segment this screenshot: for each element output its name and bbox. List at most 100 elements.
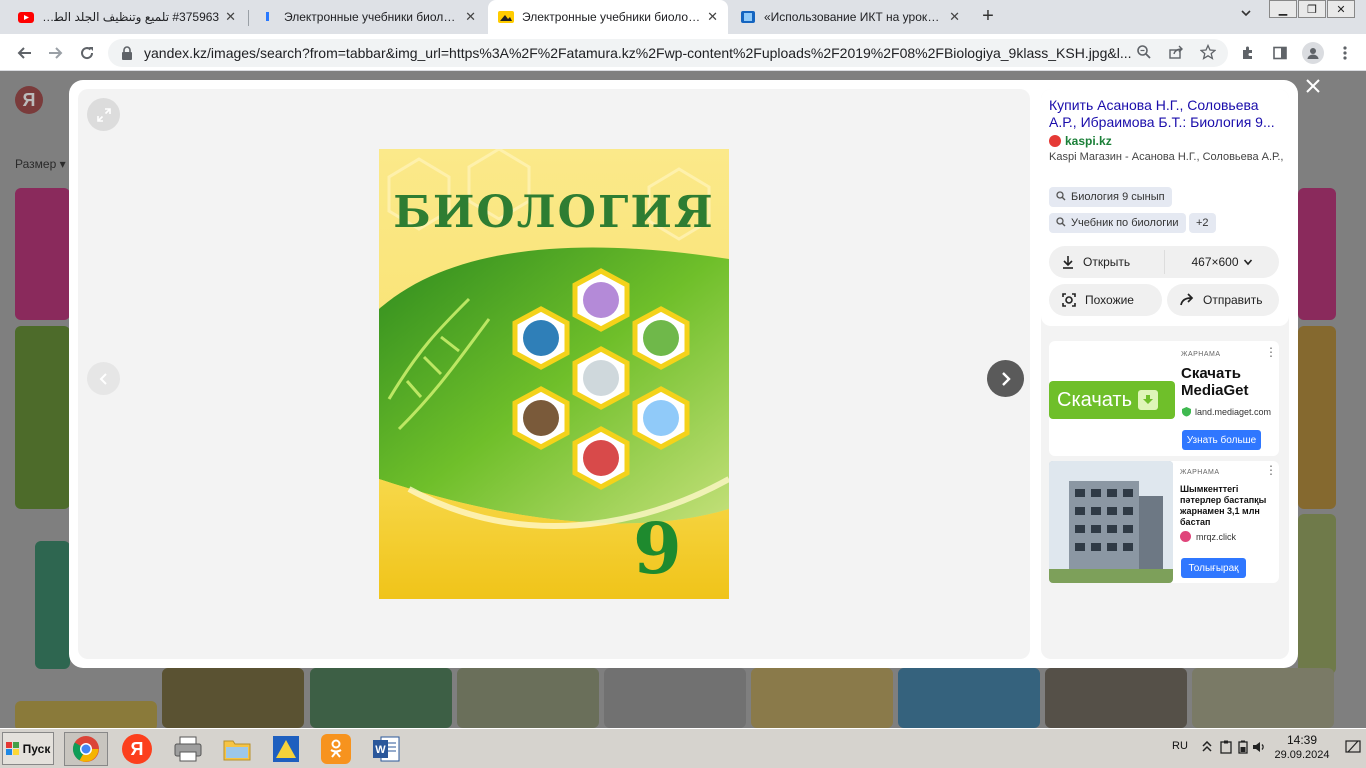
- tray-expand-icon[interactable]: [1200, 739, 1214, 755]
- browser-menu-icon[interactable]: [1335, 43, 1355, 63]
- background-thumbnail[interactable]: [898, 668, 1040, 728]
- modal-close-button[interactable]: [1302, 75, 1324, 97]
- url-text[interactable]: yandex.kz/images/search?from=tabbar&img_…: [144, 45, 1134, 61]
- reload-button[interactable]: [76, 42, 98, 64]
- restore-button[interactable]: ❐: [1298, 0, 1326, 18]
- result-site[interactable]: kaspi.kz: [1049, 134, 1112, 148]
- ad-menu-icon[interactable]: ⋮: [1265, 345, 1277, 359]
- result-title-link[interactable]: Купить Асанова Н.Г., Соловьева А.Р., Ибр…: [1049, 97, 1281, 131]
- background-thumbnail[interactable]: [162, 668, 304, 728]
- forward-button[interactable]: [44, 42, 66, 64]
- ad-cta-button[interactable]: Узнать больше: [1182, 430, 1261, 450]
- extensions-icon[interactable]: [1238, 43, 1258, 63]
- window-close-button[interactable]: ✕: [1327, 0, 1355, 18]
- fullscreen-expand-button[interactable]: [87, 98, 120, 131]
- background-thumbnail[interactable]: [35, 541, 70, 669]
- background-thumbnail[interactable]: [15, 701, 157, 728]
- yandex-taskbar-button[interactable]: Я: [115, 732, 159, 766]
- start-button[interactable]: Пуск: [2, 732, 54, 765]
- input-language-indicator[interactable]: RU: [1172, 740, 1188, 752]
- ad-domain[interactable]: land.mediaget.com: [1181, 406, 1271, 417]
- clock-date[interactable]: 29.09.2024: [1268, 749, 1336, 761]
- page-icon: [260, 9, 276, 25]
- similar-button[interactable]: Похожие: [1049, 284, 1162, 316]
- share-button[interactable]: Отправить: [1167, 284, 1279, 316]
- lens-icon: [1061, 292, 1077, 308]
- ad-building-image[interactable]: [1049, 461, 1173, 583]
- window-controls: ▁ ❐ ✕: [1268, 0, 1355, 18]
- back-button[interactable]: [14, 42, 36, 64]
- close-icon[interactable]: ✕: [707, 9, 718, 25]
- background-thumbnail[interactable]: [310, 668, 452, 728]
- yandex-logo[interactable]: Я: [15, 86, 43, 114]
- ad-banner-image[interactable]: Скачать: [1049, 381, 1175, 419]
- background-thumbnail[interactable]: [1298, 514, 1336, 674]
- tab-title: Электронные учебники биологии: [284, 10, 460, 24]
- battery-icon[interactable]: [1236, 739, 1250, 755]
- similar-button-label: Похожие: [1085, 293, 1134, 307]
- new-tab-button[interactable]: +: [976, 5, 1000, 28]
- background-thumbnail[interactable]: [15, 188, 70, 320]
- related-search-chip[interactable]: Учебник по биологии: [1049, 213, 1186, 233]
- address-bar[interactable]: yandex.kz/images/search?from=tabbar&img_…: [108, 39, 1228, 67]
- related-search-chip[interactable]: Биология 9 сынып: [1049, 187, 1172, 207]
- ad-card-apartments[interactable]: ЖАРНАМА ⋮ Шымкенттегі пәтерлер бастапқы …: [1049, 461, 1279, 583]
- search-icon: [1056, 190, 1066, 204]
- tab-electronic-books-1[interactable]: Электронные учебники биологии ✕: [250, 0, 486, 34]
- book-cover-image[interactable]: БИОЛОГИЯ 9: [379, 149, 729, 599]
- youtube-icon: [18, 9, 34, 25]
- chevron-left-icon: [99, 372, 107, 385]
- result-site-name[interactable]: kaspi.kz: [1065, 134, 1112, 148]
- image-size-dropdown[interactable]: 467×600: [1165, 246, 1279, 278]
- previous-image-button[interactable]: [87, 362, 120, 395]
- app-taskbar-button[interactable]: [264, 732, 308, 766]
- tab-search-chevron-down-icon[interactable]: [1240, 7, 1252, 22]
- ad-card-mediaget[interactable]: Скачать ЖАРНАМА ⋮ Скачать MediaGet land.…: [1049, 341, 1279, 456]
- background-thumbnail[interactable]: [751, 668, 893, 728]
- chrome-taskbar-button[interactable]: [64, 732, 108, 766]
- background-thumbnail[interactable]: [1045, 668, 1187, 728]
- tab-youtube[interactable]: #375963 تلميع وتنظيف الجلد الطبيعي ✕: [8, 0, 246, 34]
- bookmark-star-icon[interactable]: [1199, 43, 1217, 61]
- ad-headline[interactable]: Скачать MediaGet: [1181, 365, 1277, 399]
- ad-domain-text: land.mediaget.com: [1195, 406, 1272, 417]
- background-thumbnail[interactable]: [15, 326, 70, 509]
- volume-icon[interactable]: [1252, 739, 1266, 755]
- open-button-label: Открыть: [1083, 255, 1131, 269]
- ad-headline[interactable]: Шымкенттегі пәтерлер бастапқы жарнамен 3…: [1180, 484, 1276, 528]
- background-thumbnail[interactable]: [457, 668, 599, 728]
- notification-icon[interactable]: [1344, 739, 1362, 755]
- clock-time[interactable]: 14:39: [1272, 733, 1332, 747]
- chip-label: Биология 9 сынып: [1071, 191, 1165, 203]
- close-icon[interactable]: ✕: [949, 9, 960, 25]
- clipboard-icon[interactable]: [1219, 739, 1233, 755]
- close-icon[interactable]: ✕: [465, 9, 476, 25]
- zoom-search-icon[interactable]: [1135, 43, 1153, 61]
- download-arrow-icon: [1138, 390, 1158, 410]
- tab-ict-lessons[interactable]: «Использование ИКТ на уроках х ✕: [730, 0, 970, 34]
- share-icon[interactable]: [1167, 43, 1185, 61]
- explorer-taskbar-button[interactable]: [215, 732, 259, 766]
- more-chips-button[interactable]: +2: [1189, 213, 1216, 233]
- ad-cta-button[interactable]: Толығырақ: [1181, 558, 1246, 578]
- ad-menu-icon[interactable]: ⋮: [1265, 463, 1277, 477]
- side-panel-icon[interactable]: [1270, 43, 1290, 63]
- background-thumbnail[interactable]: [604, 668, 746, 728]
- tab-title: Электронные учебники биологии: [522, 10, 702, 24]
- profile-avatar[interactable]: [1302, 42, 1324, 64]
- word-taskbar-button[interactable]: W: [364, 732, 408, 766]
- tab-electronic-books-active[interactable]: Электронные учебники биологии ✕: [488, 0, 728, 34]
- open-button[interactable]: Открыть: [1049, 246, 1164, 278]
- close-icon[interactable]: ✕: [225, 9, 236, 25]
- printer-taskbar-button[interactable]: [166, 732, 210, 766]
- background-thumbnail[interactable]: [1192, 668, 1334, 728]
- lock-icon[interactable]: [120, 46, 134, 60]
- background-thumbnail[interactable]: [1298, 326, 1336, 509]
- image-size-label: 467×600: [1191, 255, 1239, 269]
- background-thumbnail[interactable]: [1298, 188, 1336, 320]
- odnoklassniki-taskbar-button[interactable]: [314, 732, 358, 766]
- size-filter[interactable]: Размер ▾: [15, 157, 66, 171]
- ad-domain[interactable]: mrqz.click: [1180, 531, 1236, 542]
- minimize-button[interactable]: ▁: [1269, 0, 1297, 18]
- next-image-button[interactable]: [987, 360, 1024, 397]
